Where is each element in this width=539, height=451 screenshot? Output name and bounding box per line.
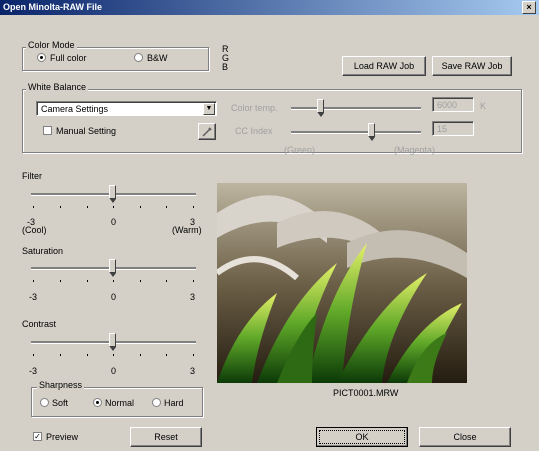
- saturation-min-label: -3: [29, 292, 38, 302]
- filter-label: Filter: [22, 171, 42, 181]
- color-temp-slider-thumb[interactable]: [317, 99, 324, 117]
- bw-label: B&W: [147, 53, 168, 63]
- open-minolta-raw-dialog: Open Minolta-RAW File × Color Mode Full …: [0, 0, 539, 451]
- cc-index-slider-track: [291, 131, 421, 134]
- preview-photo: [217, 183, 467, 383]
- full-color-radio[interactable]: [37, 53, 46, 62]
- sharpness-hard-label: Hard: [164, 398, 184, 408]
- manual-setting-label: Manual Setting: [56, 126, 117, 136]
- contrast-max-label: 3: [190, 366, 196, 376]
- filter-mid-label: 0: [111, 217, 117, 227]
- eyedropper-icon: [202, 127, 212, 137]
- saturation-slider-thumb[interactable]: [109, 259, 116, 277]
- filter-max-sub: (Warm): [172, 225, 202, 235]
- eyedropper-button[interactable]: [198, 123, 216, 140]
- preview-checkbox[interactable]: ✓: [33, 432, 42, 441]
- cc-index-label: CC Index: [235, 126, 273, 136]
- color-temp-unit: K: [480, 101, 487, 111]
- cc-index-value: 15: [437, 124, 448, 134]
- color-temp-field[interactable]: 6000: [432, 97, 474, 112]
- cc-magenta-label: (Magenta): [394, 145, 436, 155]
- full-color-label: Full color: [50, 53, 87, 63]
- color-temp-value: 6000: [437, 100, 458, 110]
- color-temp-slider-track: [291, 107, 421, 110]
- title-bar: Open Minolta-RAW File ×: [0, 0, 539, 15]
- cc-index-slider-thumb[interactable]: [368, 123, 375, 141]
- cc-green-label: (Green): [284, 145, 316, 155]
- filter-min-sub: (Cool): [22, 225, 47, 235]
- sharpness-normal-label: Normal: [105, 398, 135, 408]
- saturation-mid-label: 0: [111, 292, 117, 302]
- reset-button[interactable]: Reset: [130, 427, 202, 447]
- bw-radio[interactable]: [134, 53, 143, 62]
- contrast-mid-label: 0: [111, 366, 117, 376]
- preview-label: Preview: [46, 432, 79, 442]
- preview-image: [217, 183, 467, 383]
- manual-setting-checkbox[interactable]: [43, 126, 52, 135]
- filter-slider-thumb[interactable]: [109, 185, 116, 203]
- color-temp-label: Color temp.: [231, 103, 278, 113]
- sharpness-soft-radio[interactable]: [40, 398, 49, 407]
- sharpness-hard-radio[interactable]: [152, 398, 161, 407]
- preview-filename: PICT0001.MRW: [333, 388, 399, 398]
- chevron-down-icon[interactable]: ▼: [203, 103, 215, 115]
- sharpness-soft-label: Soft: [52, 398, 69, 408]
- color-mode-label: Color Mode: [26, 40, 77, 50]
- contrast-min-label: -3: [29, 366, 38, 376]
- sharpness-label: Sharpness: [37, 380, 85, 390]
- load-raw-job-button[interactable]: Load RAW Job: [342, 56, 426, 76]
- window-title: Open Minolta-RAW File: [3, 2, 102, 12]
- close-button[interactable]: Close: [419, 427, 511, 447]
- white-balance-label: White Balance: [26, 82, 89, 92]
- close-icon[interactable]: ×: [522, 1, 536, 14]
- contrast-slider-thumb[interactable]: [109, 333, 116, 351]
- contrast-label: Contrast: [22, 319, 57, 329]
- save-raw-job-button[interactable]: Save RAW Job: [432, 56, 512, 76]
- sharpness-normal-radio[interactable]: [93, 398, 102, 407]
- rgb-label-b: B: [222, 62, 229, 72]
- saturation-label: Saturation: [22, 246, 64, 256]
- saturation-max-label: 3: [190, 292, 196, 302]
- ok-button[interactable]: OK: [316, 427, 408, 447]
- white-balance-preset-value: Camera Settings: [41, 104, 109, 114]
- white-balance-preset-select[interactable]: Camera Settings ▼: [36, 101, 217, 116]
- cc-index-field[interactable]: 15: [432, 121, 474, 136]
